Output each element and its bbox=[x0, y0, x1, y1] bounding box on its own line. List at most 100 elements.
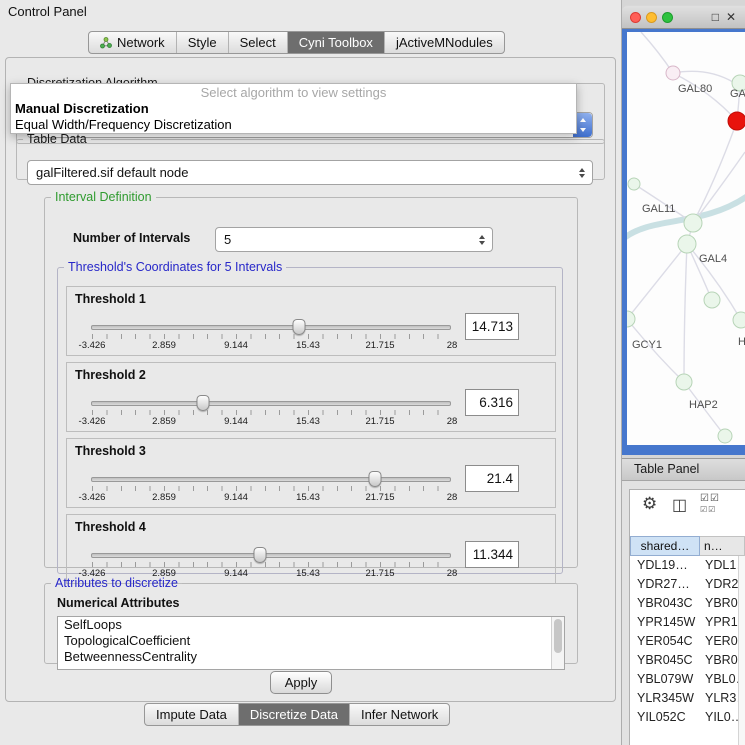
node[interactable] bbox=[628, 178, 640, 190]
table-data-combo[interactable]: galFiltered.sif default node bbox=[27, 160, 593, 185]
tab-cyni-toolbox[interactable]: Cyni Toolbox bbox=[288, 32, 385, 53]
node[interactable] bbox=[704, 292, 720, 308]
node-selected-red[interactable] bbox=[728, 112, 745, 130]
tab-label: Infer Network bbox=[361, 704, 438, 725]
combo-stepper-icon[interactable] bbox=[579, 168, 585, 178]
checkbox-icon[interactable]: ☑ bbox=[710, 493, 720, 504]
traffic-light-zoom[interactable] bbox=[662, 12, 673, 23]
control-panel-title: Control Panel bbox=[8, 4, 87, 19]
column-header-shared-name[interactable]: shared… bbox=[630, 536, 700, 556]
table-row[interactable]: YBR043CYBR0… bbox=[630, 594, 745, 613]
list-item[interactable]: SelfLoops bbox=[58, 617, 564, 633]
node[interactable] bbox=[733, 312, 745, 328]
tick-label: -3.426 bbox=[79, 492, 106, 503]
node-gal4[interactable] bbox=[678, 235, 696, 253]
table-row[interactable]: YPR145WYPR1… bbox=[630, 613, 745, 632]
attributes-list: SelfLoops TopologicalCoefficient Between… bbox=[57, 616, 565, 670]
table-panel: ⚙ ◫ ☑☑ ☑☑ shared… n… YDL19…YDL1… YDR27…Y… bbox=[622, 481, 745, 745]
slider-thumb[interactable] bbox=[368, 471, 381, 487]
tab-jactivemnodules[interactable]: jActiveMNodules bbox=[385, 32, 504, 53]
tab-infer-network[interactable]: Infer Network bbox=[350, 704, 449, 725]
node-label: GAL80 bbox=[678, 83, 712, 95]
dropdown-option-manual-discretization[interactable]: Manual Discretization bbox=[11, 101, 576, 117]
table-row[interactable]: YDR27…YDR2… bbox=[630, 575, 745, 594]
node-gcy1[interactable] bbox=[627, 311, 635, 327]
dropdown-option-equal-width-frequency[interactable]: Equal Width/Frequency Discretization bbox=[11, 117, 576, 133]
tab-label: Select bbox=[240, 32, 276, 53]
float-button[interactable]: □ bbox=[712, 9, 719, 25]
threshold-value-field[interactable]: 11.344 bbox=[465, 541, 519, 568]
columns-icon[interactable]: ◫ bbox=[672, 495, 687, 515]
tab-label: Style bbox=[188, 32, 217, 53]
node-gal11[interactable] bbox=[684, 214, 702, 232]
threshold-slider[interactable] bbox=[91, 325, 451, 330]
network-window-titlebar[interactable]: □ ✕ bbox=[622, 5, 745, 29]
gear-icon[interactable]: ⚙ bbox=[642, 494, 657, 514]
checkbox-icons[interactable]: ☑☑ ☑☑ bbox=[700, 493, 730, 515]
node-hap2[interactable] bbox=[676, 374, 692, 390]
node[interactable] bbox=[718, 429, 732, 443]
threshold-panel: Threshold 2 -3.426 2.859 9.144 15.43 21.… bbox=[66, 362, 556, 432]
slider-thumb[interactable] bbox=[254, 547, 267, 563]
threshold-panel: Threshold 3 -3.426 2.859 9.144 15.43 21.… bbox=[66, 438, 556, 508]
table-scrollbar[interactable] bbox=[738, 556, 745, 745]
traffic-light-minimize[interactable] bbox=[646, 12, 657, 23]
number-of-intervals-combo[interactable]: 5 bbox=[215, 227, 493, 252]
checkbox-icon[interactable]: ☑ bbox=[708, 505, 716, 514]
table-row[interactable]: YBR045CYBR0… bbox=[630, 651, 745, 670]
cell: YPR145W bbox=[630, 613, 700, 632]
tab-label: Impute Data bbox=[156, 704, 227, 725]
number-of-intervals-label: Number of Intervals bbox=[73, 231, 190, 245]
checkbox-icon[interactable]: ☑ bbox=[700, 493, 710, 504]
cell: YLR345W bbox=[630, 689, 700, 708]
slider-tick-labels: -3.426 2.859 9.144 15.43 21.715 28 bbox=[92, 492, 452, 504]
cell: YBR043C bbox=[630, 594, 700, 613]
cyni-mode-tab-bar: Impute Data Discretize Data Infer Networ… bbox=[144, 703, 450, 726]
tick-label: 15.43 bbox=[296, 340, 320, 351]
checkbox-icon[interactable]: ☑ bbox=[700, 505, 708, 514]
node[interactable] bbox=[666, 66, 680, 80]
node-label: GA bbox=[730, 88, 745, 100]
algorithm-dropdown: Select algorithm to view settings Manual… bbox=[10, 83, 577, 134]
threshold-slider[interactable] bbox=[91, 401, 451, 406]
scrollbar-thumb[interactable] bbox=[554, 619, 562, 653]
column-header-name[interactable]: n… bbox=[700, 536, 745, 556]
list-scrollbar[interactable] bbox=[551, 617, 564, 669]
tick-label: -3.426 bbox=[79, 340, 106, 351]
node-label: GCY1 bbox=[632, 339, 662, 351]
traffic-light-close[interactable] bbox=[630, 12, 641, 23]
table-row[interactable]: YBL079WYBL0… bbox=[630, 670, 745, 689]
threshold-value-field[interactable]: 14.713 bbox=[465, 313, 519, 340]
group-title: Table Data bbox=[23, 132, 91, 146]
tab-network[interactable]: Network bbox=[89, 32, 177, 53]
threshold-slider[interactable] bbox=[91, 477, 451, 482]
apply-button[interactable]: Apply bbox=[270, 671, 332, 694]
tick-label: 2.859 bbox=[152, 492, 176, 503]
network-icon bbox=[100, 37, 112, 49]
combo-stepper-icon[interactable] bbox=[479, 235, 485, 245]
list-item[interactable]: BetweennessCentrality bbox=[58, 649, 564, 665]
app-window: Control Panel Network Style Select Cyni … bbox=[0, 0, 745, 745]
table-row[interactable]: YLR345WYLR3… bbox=[630, 689, 745, 708]
tab-discretize-data[interactable]: Discretize Data bbox=[239, 704, 350, 725]
node-label: HAP2 bbox=[689, 399, 718, 411]
combo-value: galFiltered.sif default node bbox=[36, 161, 188, 184]
table-row[interactable]: YDL19…YDL1… bbox=[630, 556, 745, 575]
table-row[interactable]: YER054CYER0… bbox=[630, 632, 745, 651]
threshold-value-field[interactable]: 21.4 bbox=[465, 465, 519, 492]
slider-tick-labels: -3.426 2.859 9.144 15.43 21.715 28 bbox=[92, 340, 452, 352]
slider-thumb[interactable] bbox=[292, 319, 305, 335]
tick-label: 9.144 bbox=[224, 416, 248, 427]
tab-select[interactable]: Select bbox=[229, 32, 288, 53]
threshold-slider[interactable] bbox=[91, 553, 451, 558]
threshold-label: Threshold 4 bbox=[75, 520, 146, 534]
table-row[interactable]: YIL052CYIL0… bbox=[630, 708, 745, 727]
threshold-value-field[interactable]: 6.316 bbox=[465, 389, 519, 416]
close-button[interactable]: ✕ bbox=[726, 9, 736, 25]
network-canvas[interactable]: GAL80 GA GAL11 GAL4 GCY1 H HAP2 bbox=[627, 32, 745, 445]
list-item[interactable]: TopologicalCoefficient bbox=[58, 633, 564, 649]
tab-style[interactable]: Style bbox=[177, 32, 229, 53]
slider-thumb[interactable] bbox=[196, 395, 209, 411]
tick-label: 21.715 bbox=[365, 492, 394, 503]
tab-impute-data[interactable]: Impute Data bbox=[145, 704, 239, 725]
